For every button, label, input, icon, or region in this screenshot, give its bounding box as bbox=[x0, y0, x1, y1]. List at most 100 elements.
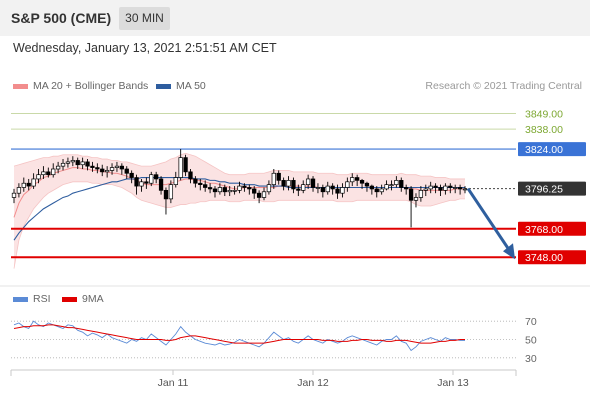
candle-body-down bbox=[355, 177, 360, 181]
candle-body-up bbox=[178, 157, 183, 178]
candle-body-up bbox=[149, 174, 154, 184]
candle-body-down bbox=[188, 171, 193, 180]
rsi-ma-line bbox=[13, 324, 465, 344]
candle-body-down bbox=[256, 192, 262, 198]
candle-body-down bbox=[85, 161, 90, 167]
candle-body-down bbox=[438, 187, 443, 191]
candle-body-up bbox=[389, 184, 394, 187]
bollinger-band bbox=[14, 153, 465, 269]
candle-body-down bbox=[198, 182, 203, 186]
candle-body-up bbox=[345, 181, 350, 188]
resistance-label: 3849.00 bbox=[525, 109, 563, 121]
candle-body-up bbox=[418, 189, 424, 198]
candle-body-up bbox=[21, 182, 26, 188]
candle-body-up bbox=[305, 178, 311, 186]
candle-body-up bbox=[301, 184, 306, 191]
candle-body-down bbox=[330, 185, 335, 190]
candle-body-up bbox=[31, 178, 36, 187]
candle-body-down bbox=[335, 188, 340, 194]
candle-body-up bbox=[413, 197, 419, 201]
candle-body-up bbox=[41, 171, 46, 176]
candle-body-down bbox=[374, 188, 379, 193]
candle-body-up bbox=[51, 168, 56, 176]
candle-body-up bbox=[271, 172, 276, 186]
candle-body-down bbox=[207, 187, 213, 190]
candle-body-up bbox=[232, 189, 237, 192]
candle-body-up bbox=[428, 185, 433, 190]
candle-body-up bbox=[80, 161, 85, 166]
candle-body-up bbox=[114, 165, 120, 168]
candle-body-up bbox=[139, 181, 144, 187]
rsi-tick-label: 50 bbox=[525, 335, 537, 347]
candle-body-down bbox=[193, 178, 198, 184]
candle-body-up bbox=[70, 160, 75, 163]
candle-body-up bbox=[350, 177, 355, 183]
forecast-arrow-shaft bbox=[466, 187, 510, 250]
candle-body-up bbox=[168, 184, 174, 200]
candle-body-down bbox=[310, 178, 316, 188]
candle-body-up bbox=[340, 187, 345, 194]
candle-body-down bbox=[203, 184, 208, 188]
candle-body-up bbox=[55, 165, 61, 170]
candle-body-down bbox=[222, 187, 227, 193]
candle-body-up bbox=[443, 185, 448, 191]
candle-body-down bbox=[399, 180, 404, 188]
candle-body-down bbox=[129, 172, 134, 178]
candle-body-up bbox=[379, 188, 384, 193]
candle-body-up bbox=[104, 170, 110, 173]
candle-body-down bbox=[433, 185, 438, 188]
candle-body-down bbox=[90, 165, 95, 168]
candle-body-down bbox=[158, 178, 164, 191]
candle-body-up bbox=[16, 187, 22, 194]
candle-body-down bbox=[448, 185, 453, 188]
rsi-tick-label: 70 bbox=[525, 316, 537, 328]
candle-body-down bbox=[281, 180, 286, 187]
candle-body-up bbox=[462, 188, 468, 191]
support-label: 3748.00 bbox=[525, 252, 563, 264]
candle-body-down bbox=[100, 168, 105, 173]
candle-body-down bbox=[75, 160, 80, 166]
candle-body-up bbox=[423, 188, 428, 191]
candle-body-up bbox=[109, 167, 115, 171]
candle-body-up bbox=[286, 180, 291, 187]
candle-body-up bbox=[261, 191, 267, 198]
candle-body-up bbox=[384, 184, 389, 190]
candle-body-down bbox=[212, 188, 218, 193]
candle-body-down bbox=[95, 167, 100, 170]
candle-body-down bbox=[252, 188, 257, 194]
chart-canvas: 3849.00 3838.00 3824.00 3796.25 3768.00 3748.… bbox=[0, 109, 590, 389]
candle bbox=[178, 149, 183, 181]
candle-body-down bbox=[408, 188, 414, 201]
candle-body-up bbox=[394, 180, 399, 186]
candle-body-down bbox=[320, 187, 325, 193]
resistance-label: 3838.00 bbox=[525, 124, 563, 136]
candle-body-down bbox=[154, 174, 159, 180]
candle-body-down bbox=[124, 168, 129, 174]
candle-body-down bbox=[369, 185, 375, 190]
x-tick-label: Jan 13 bbox=[437, 377, 469, 389]
candle-body-up bbox=[217, 187, 223, 193]
current-price-label: 3796.25 bbox=[525, 184, 563, 196]
candle-body-up bbox=[453, 187, 458, 189]
candle-body-up bbox=[227, 189, 232, 193]
candle-body-down bbox=[364, 182, 370, 187]
support-label: 3768.00 bbox=[525, 224, 563, 236]
candle-body-up bbox=[315, 187, 321, 189]
candle-body-down bbox=[183, 157, 188, 173]
rsi-line bbox=[13, 320, 465, 352]
x-tick-label: Jan 11 bbox=[158, 377, 189, 389]
candle-body-up bbox=[173, 177, 178, 186]
candle-body-up bbox=[65, 161, 71, 164]
candle-body-up bbox=[266, 184, 272, 193]
candle-body-down bbox=[276, 172, 281, 181]
candle-body-up bbox=[60, 162, 66, 167]
candle-body-down bbox=[134, 177, 139, 187]
candle-body-down bbox=[163, 189, 169, 200]
candle-body-down bbox=[119, 165, 124, 170]
candle-body-up bbox=[36, 174, 41, 180]
candle-body-up bbox=[11, 192, 17, 198]
candle-body-down bbox=[144, 181, 149, 184]
candle-body-down bbox=[457, 187, 463, 190]
candle-body-down bbox=[404, 187, 409, 190]
candle-body-up bbox=[237, 185, 242, 191]
